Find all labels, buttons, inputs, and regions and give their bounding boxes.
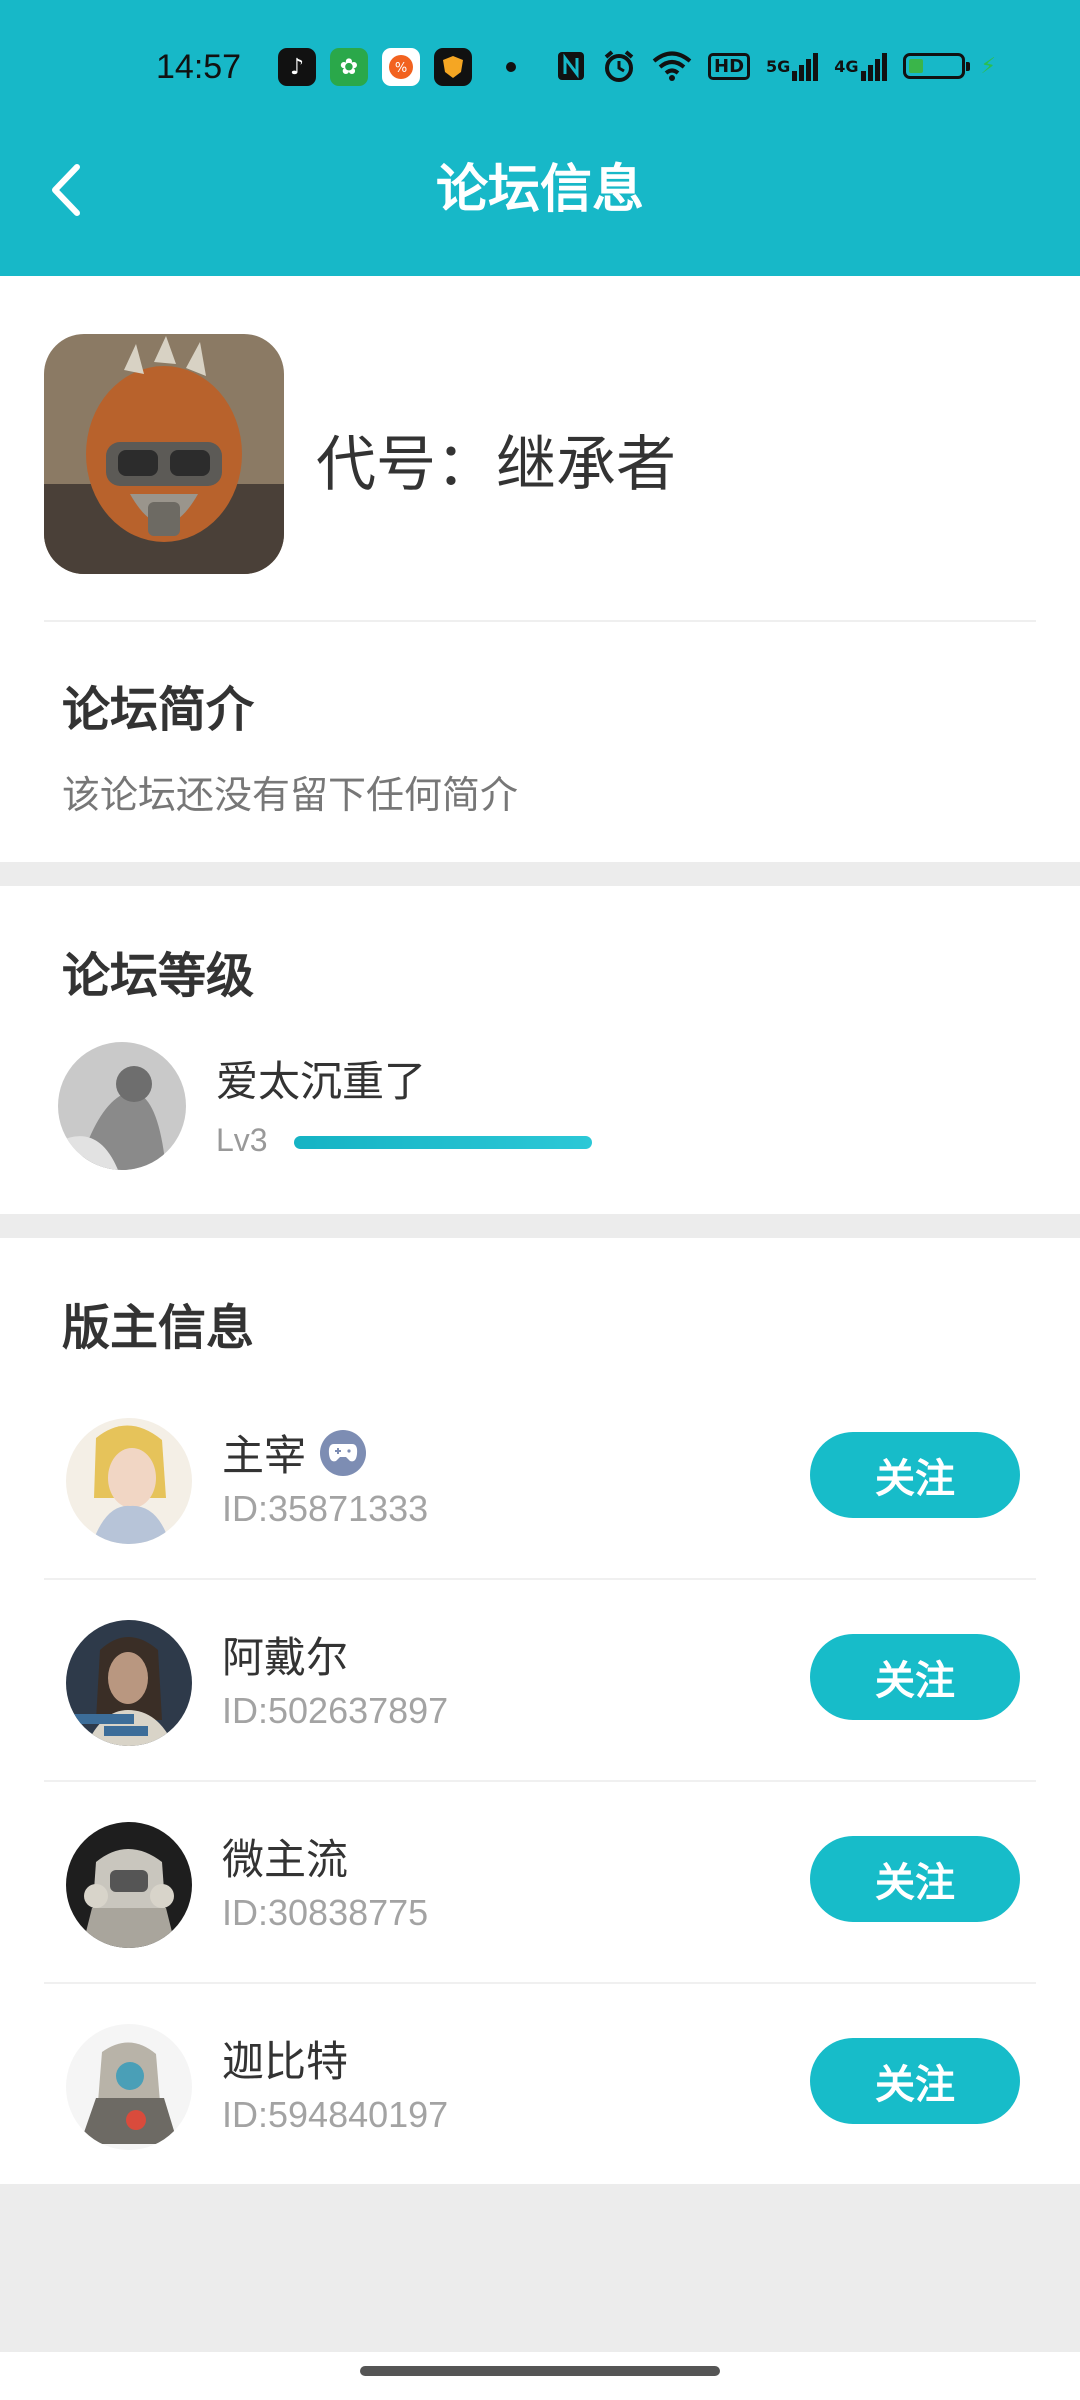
tiktok-icon: ♪	[278, 48, 316, 86]
forum-info-card: 代号：继承者 论坛简介 该论坛还没有留下任何简介	[0, 276, 1080, 862]
moderator-id: ID:35871333	[222, 1488, 429, 1529]
moderator-name-wrap: 阿戴尔	[222, 1624, 348, 1685]
moderator-avatar[interactable]	[66, 2024, 192, 2150]
forum-name: 代号：继承者	[316, 430, 676, 500]
signal-4g-icon: 4G	[834, 46, 887, 86]
moderator-id: ID:30838775	[222, 1892, 429, 1933]
status-dot	[506, 62, 516, 72]
level-progress-fill	[294, 1136, 592, 1149]
moderator-name: 迦比特	[222, 2037, 349, 2086]
forum-level-card: 论坛等级 爱太沉重了 Lv3	[0, 886, 1080, 1214]
moderators-card: 版主信息 主宰 ID:35871333 关注 阿戴尔 ID:502637897 …	[0, 1238, 1080, 2184]
level-label: Lv3	[216, 1122, 268, 1158]
divider	[44, 620, 1036, 622]
app-header: 14:57 ♪ ✿ % HD 5G 4G ⚡ 论坛信息	[0, 0, 1080, 276]
status-time: 14:57	[156, 48, 242, 86]
signal-5g-icon: 5G	[766, 46, 819, 86]
moderator-avatar[interactable]	[66, 1620, 192, 1746]
follow-button[interactable]: 关注	[810, 1836, 1020, 1922]
level-title: 论坛等级	[62, 948, 255, 1004]
gamepad-icon	[320, 1429, 367, 1476]
moderator-avatar[interactable]	[66, 1418, 192, 1544]
status-indicators: HD 5G 4G ⚡	[556, 46, 996, 86]
wifi-icon	[652, 46, 692, 86]
shield-app-icon	[434, 48, 472, 86]
moderator-row[interactable]: 迦比特 ID:594840197 关注	[0, 1984, 1080, 2186]
moderator-row[interactable]: 阿戴尔 ID:502637897 关注	[0, 1580, 1080, 1782]
intro-text: 该论坛还没有留下任何简介	[62, 773, 519, 817]
game-app-icon: ✿	[330, 48, 368, 86]
navigation-bar	[0, 2352, 1080, 2400]
status-bar: 14:57 ♪ ✿ % HD 5G 4G ⚡	[0, 40, 1080, 96]
notification-icons: ♪ ✿ %	[278, 48, 472, 86]
moderator-row[interactable]: 主宰 ID:35871333 关注	[0, 1378, 1080, 1580]
level-progress-bar	[294, 1136, 592, 1149]
page-title: 论坛信息	[435, 160, 644, 220]
moderator-row[interactable]: 微主流 ID:30838775 关注	[0, 1782, 1080, 1984]
shopping-app-icon: %	[382, 48, 420, 86]
moderator-name: 主宰	[222, 1431, 307, 1480]
moderator-id: ID:594840197	[222, 2094, 449, 2135]
forum-avatar	[44, 334, 284, 574]
moderator-name: 微主流	[222, 1835, 349, 1884]
nfc-icon	[556, 46, 586, 86]
moderator-name-wrap: 迦比特	[222, 2028, 348, 2089]
alarm-icon	[602, 46, 636, 86]
follow-button[interactable]: 关注	[810, 1432, 1020, 1518]
home-indicator[interactable]	[360, 2366, 720, 2376]
moderator-id: ID:502637897	[222, 1690, 449, 1731]
level-user-name: 爱太沉重了	[216, 1057, 427, 1106]
follow-button[interactable]: 关注	[810, 2038, 1020, 2124]
battery-icon	[902, 46, 970, 86]
moderator-name-wrap: 微主流	[222, 1826, 348, 1887]
follow-button[interactable]: 关注	[810, 1634, 1020, 1720]
intro-title: 论坛简介	[62, 682, 255, 738]
user-avatar[interactable]	[58, 1042, 186, 1170]
moderator-avatar[interactable]	[66, 1822, 192, 1948]
moderator-name-wrap: 主宰	[222, 1422, 367, 1483]
hd-icon: HD	[708, 46, 751, 86]
moderators-title: 版主信息	[62, 1300, 255, 1356]
svg-text:%: %	[395, 61, 407, 76]
moderator-name: 阿戴尔	[222, 1633, 349, 1682]
charging-icon: ⚡	[980, 53, 996, 79]
